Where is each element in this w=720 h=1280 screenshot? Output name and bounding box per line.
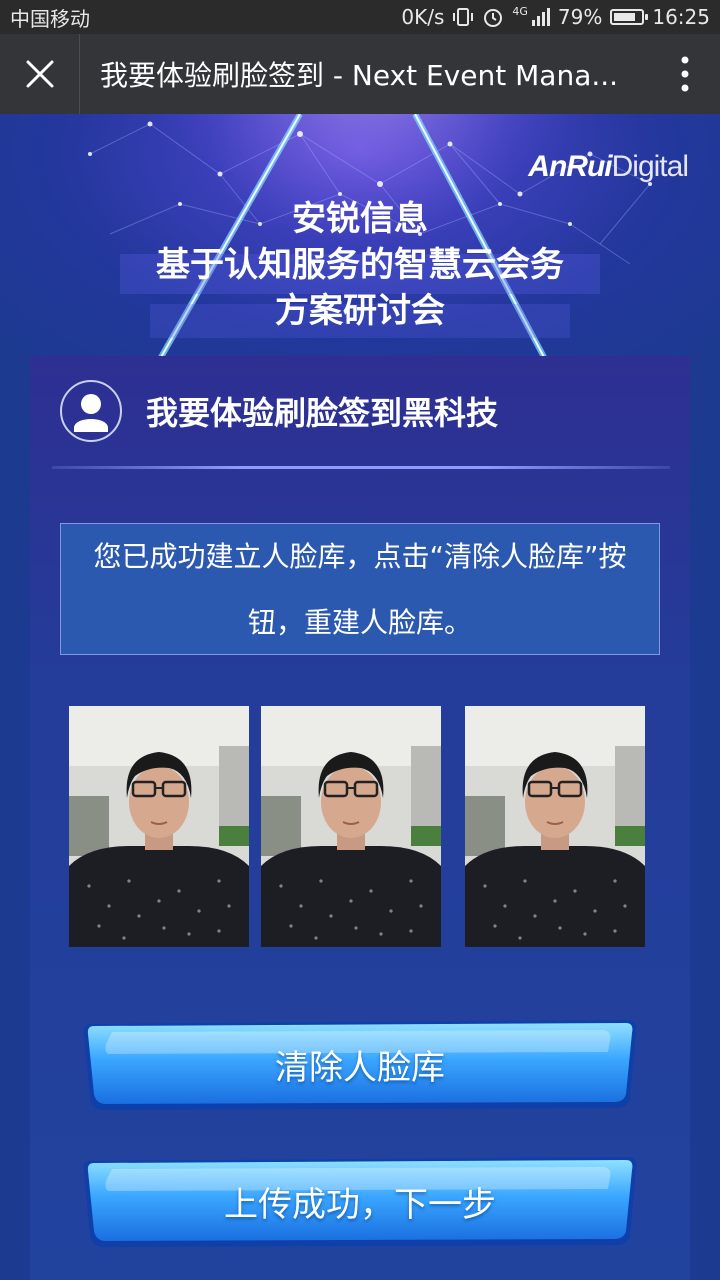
event-title-line-1: 安锐信息	[292, 199, 428, 239]
brand-logo: AnRuiDigital	[528, 150, 689, 184]
event-title: 安锐信息 基于认知服务的智慧云会务 方案研讨会	[0, 196, 720, 334]
panel-header: 我要体验刷脸签到黑科技	[30, 356, 690, 468]
face-photo[interactable]	[69, 706, 249, 947]
panel-title: 我要体验刷脸签到黑科技	[146, 394, 499, 432]
avatar	[60, 380, 122, 442]
face-photo-gallery	[30, 706, 690, 947]
clear-face-library-button[interactable]: 清除人脸库	[82, 1016, 638, 1112]
event-title-line-2: 基于认知服务的智慧云会务	[156, 245, 564, 285]
hero-banner: AnRuiDigital 安锐信息 基于认知服务的智慧云会务 方案研讨会	[0, 114, 720, 364]
signal-icon	[531, 8, 550, 26]
clear-face-library-label: 清除人脸库	[275, 1047, 445, 1088]
face-signin-panel: 我要体验刷脸签到黑科技 您已成功建立人脸库，点击“清除人脸库”按 钮，重建人脸库…	[30, 356, 690, 1280]
notice-line-2: 钮，重建人脸库。	[247, 606, 472, 639]
status-bar: 中国移动 0K/s 4G 79% 16:25	[0, 0, 720, 34]
carrier-label: 中国移动	[10, 6, 90, 31]
title-bar: 我要体验刷脸签到 - Next Event Mana...	[0, 34, 720, 114]
vibrate-icon	[453, 8, 474, 26]
face-photo[interactable]	[465, 706, 645, 947]
next-step-label: 上传成功，下一步	[224, 1184, 496, 1225]
brand-logo-bold: AnRui	[528, 150, 612, 183]
user-icon	[74, 394, 108, 432]
net-speed: 0K/s	[401, 5, 445, 29]
clock: 16:25	[652, 5, 710, 29]
close-button[interactable]	[0, 34, 80, 114]
event-title-line-3: 方案研讨会	[275, 291, 445, 331]
next-step-button[interactable]: 上传成功，下一步	[82, 1153, 638, 1249]
alarm-icon	[484, 9, 503, 27]
battery-icon	[610, 9, 649, 25]
face-photo[interactable]	[261, 706, 441, 947]
close-icon	[26, 60, 53, 88]
battery-percent: 79%	[557, 5, 603, 29]
divider	[52, 466, 670, 469]
notice-line-1: 您已成功建立人脸库，点击“清除人脸库”按	[93, 540, 627, 573]
more-menu-button[interactable]	[650, 34, 720, 114]
page-title: 我要体验刷脸签到 - Next Event Mana...	[100, 59, 619, 92]
brand-logo-light: Digital	[611, 150, 689, 183]
network-type: 4G	[512, 5, 528, 18]
status-icons: 0K/s 4G 79% 16:25	[401, 5, 710, 29]
notice-box: 您已成功建立人脸库，点击“清除人脸库”按 钮，重建人脸库。	[60, 523, 660, 655]
more-vertical-icon	[681, 56, 689, 92]
